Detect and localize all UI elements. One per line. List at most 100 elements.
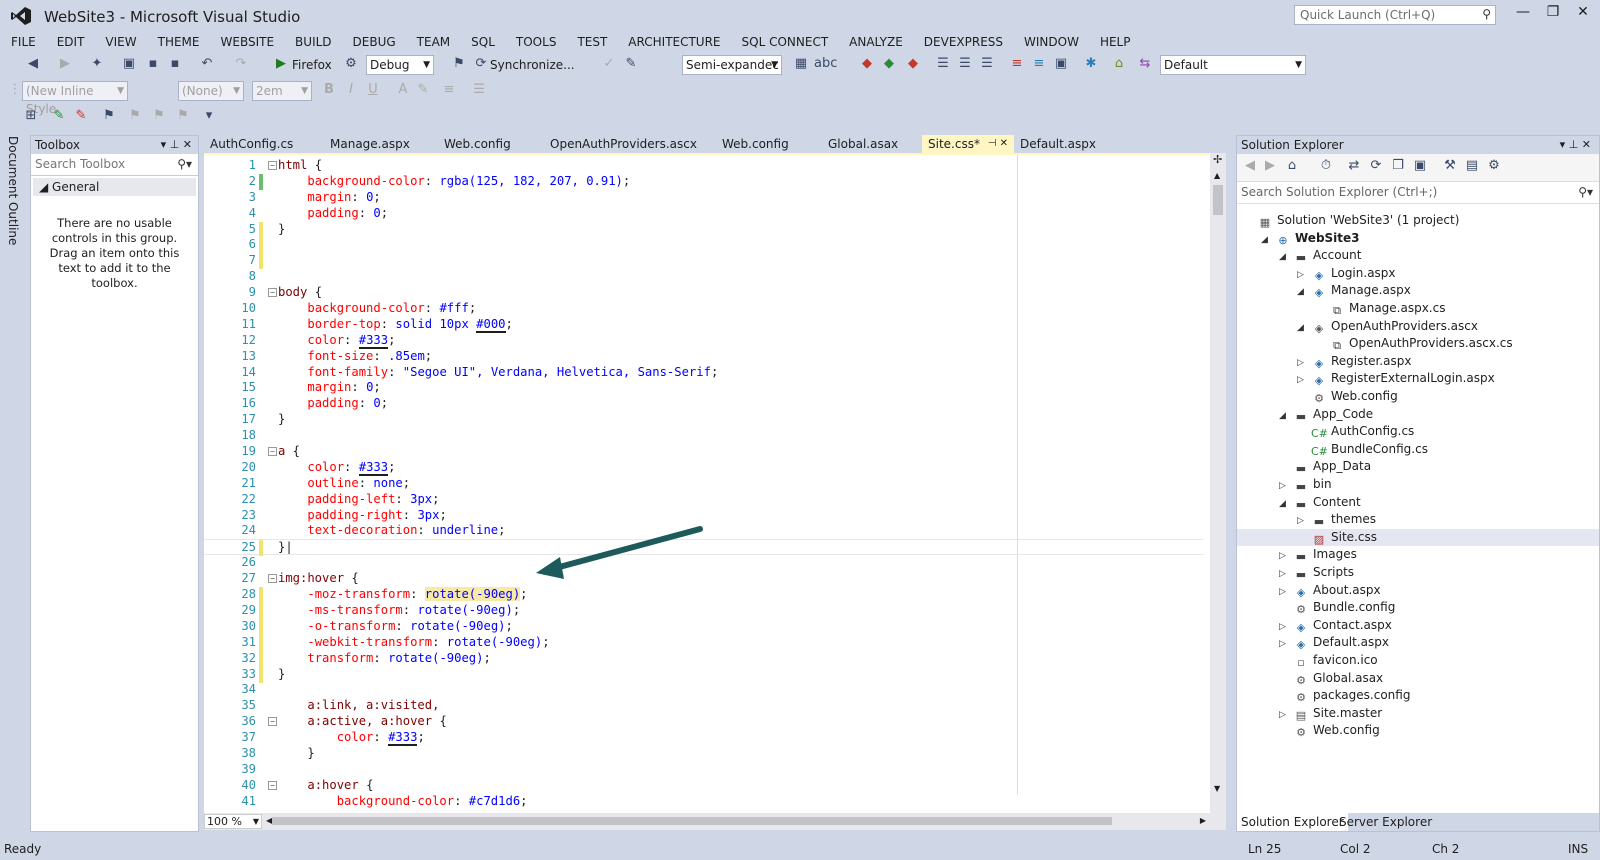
tree-item[interactable]: ⚙ Bundle.config — [1237, 599, 1599, 617]
tab-site-css[interactable]: Site.css* ⊣ ✕ — [922, 135, 1014, 153]
menu-theme[interactable]: THEME — [147, 32, 210, 52]
history-icon[interactable]: ⏱ — [1317, 157, 1335, 175]
split-icon[interactable]: ✢ — [1213, 153, 1222, 166]
menu-help[interactable]: HELP — [1089, 32, 1141, 52]
format-icon[interactable]: ▦ — [792, 55, 810, 73]
solution-search-input[interactable]: Search Solution Explorer (Ctrl+;) ⚲▾ — [1237, 182, 1599, 204]
tree-item[interactable]: ◢ ◈ OpenAuthProviders.ascx — [1237, 318, 1599, 336]
tree-item[interactable]: ▷ ▬ themes — [1237, 511, 1599, 529]
tree-item[interactable]: C# AuthConfig.cs — [1237, 423, 1599, 441]
menu-file[interactable]: FILE — [0, 32, 46, 52]
menu-build[interactable]: BUILD — [284, 32, 341, 52]
tree-item[interactable]: ▷ ▬ bin — [1237, 476, 1599, 494]
menu-tools[interactable]: TOOLS — [505, 32, 567, 52]
tree-item[interactable]: ⧉ OpenAuthProviders.ascx.cs — [1237, 335, 1599, 353]
tree-item[interactable]: ◢ ▬ Content — [1237, 494, 1599, 512]
menu-website[interactable]: WEBSITE — [210, 32, 285, 52]
home-icon[interactable]: ⌂ — [1283, 157, 1301, 175]
tree-item[interactable]: ▷ ◈ Register.aspx — [1237, 353, 1599, 371]
zoom-select[interactable]: 100 % ▼ — [204, 814, 262, 829]
save-icon[interactable]: ▪ — [144, 55, 162, 73]
font-size-select[interactable]: 2em ▼ — [252, 81, 312, 101]
tree-item[interactable]: ⚙ packages.config — [1237, 687, 1599, 705]
restore-button[interactable]: ❐ — [1538, 4, 1568, 26]
menu-view[interactable]: VIEW — [94, 32, 146, 52]
browser-label[interactable]: Firefox — [292, 55, 332, 75]
synchronize-button[interactable]: Synchronize... — [490, 55, 575, 75]
extensions-icon[interactable]: ✱ — [1082, 55, 1100, 73]
attach-icon[interactable]: ⚙ — [342, 55, 360, 73]
preview-icon[interactable]: ▤ — [1463, 157, 1481, 175]
outdent-icon[interactable]: ☰ — [956, 55, 974, 73]
tree-item[interactable]: ▷ ◈ About.aspx — [1237, 582, 1599, 600]
back-icon[interactable]: ◀ — [1241, 157, 1259, 175]
bullets-icon[interactable]: ☰ — [470, 81, 488, 99]
pin-icon[interactable]: ▾ ⊥ ✕ — [161, 136, 192, 154]
menu-team[interactable]: TEAM — [406, 32, 460, 52]
tree-item[interactable]: ◢ ▬ Account — [1237, 247, 1599, 265]
collapse-icon[interactable]: − — [268, 717, 277, 727]
tree-item[interactable]: ◢ ◈ Manage.aspx — [1237, 282, 1599, 300]
spelling-icon[interactable]: abc — [814, 55, 837, 73]
tab-solution-explorer[interactable]: Solution Explorer — [1237, 813, 1348, 831]
align-icon[interactable]: ≡ — [440, 81, 458, 99]
collapse-icon[interactable]: − — [268, 288, 277, 298]
tab-global-asax[interactable]: Global.asax — [822, 135, 904, 153]
collapse-icon[interactable]: − — [268, 780, 277, 790]
back-icon[interactable]: ◀ — [24, 55, 42, 73]
minimize-button[interactable]: — — [1508, 4, 1538, 26]
menu-analyze[interactable]: ANALYZE — [838, 32, 913, 52]
tree-item[interactable]: ⧉ Manage.aspx.cs — [1237, 300, 1599, 318]
collapse-icon[interactable]: − — [268, 574, 277, 584]
italic-icon[interactable]: I — [342, 81, 360, 99]
horizontal-scrollbar[interactable]: 100 % ▼ ◀ ▶ — [204, 813, 1226, 830]
tree-item[interactable]: ▫ favicon.ico — [1237, 652, 1599, 670]
uncomment-lines-icon[interactable]: ≡ — [1030, 55, 1048, 73]
tab-manage-aspx[interactable]: Manage.aspx — [324, 135, 416, 153]
refresh-icon[interactable]: ⟳ — [1367, 157, 1385, 175]
new-project-icon[interactable]: ✦ — [88, 55, 106, 73]
tree-item[interactable]: ⚙ Web.config — [1237, 388, 1599, 406]
vertical-scrollbar[interactable]: ✢ ▲ ▼ — [1210, 153, 1226, 813]
diagram-icon[interactable]: ⚙ — [1485, 157, 1503, 175]
clear-bookmarks-icon[interactable]: ◆ — [904, 55, 922, 73]
tree-item[interactable]: ▦ Solution 'WebSite3' (1 project) — [1237, 212, 1599, 230]
code-editor[interactable]: 1− html { 2 background-color: rgba(125, 1… — [204, 153, 1226, 820]
tree-item[interactable]: ⚙ Web.config — [1237, 722, 1599, 740]
validate-icon[interactable]: ✓ — [600, 55, 618, 73]
pin-icon[interactable]: ⊣ ✕ — [988, 135, 1008, 153]
bookmark-flag-icon[interactable]: ⚑ — [100, 107, 118, 125]
tree-item[interactable]: ◢ ⊕ WebSite3 — [1237, 230, 1599, 248]
tree-item[interactable]: ▷ ▬ Images — [1237, 546, 1599, 564]
menu-architecture[interactable]: ARCHITECTURE — [617, 32, 730, 52]
pin-icon[interactable]: ▾ ⊥ ✕ — [1560, 136, 1591, 154]
indent-icon[interactable]: ☰ — [934, 55, 952, 73]
open-file-icon[interactable]: ▣ — [120, 55, 138, 73]
scroll-down-icon[interactable]: ▼ — [1214, 784, 1220, 793]
toolbar-options-icon[interactable]: ▾ — [200, 107, 218, 125]
menu-debug[interactable]: DEBUG — [342, 32, 406, 52]
tree-item[interactable]: ▷ ◈ Login.aspx — [1237, 265, 1599, 283]
tab-authconfig[interactable]: AuthConfig.cs — [204, 135, 299, 153]
scroll-thumb[interactable] — [272, 817, 1112, 825]
scroll-up-icon[interactable]: ▲ — [1214, 171, 1220, 180]
highlight-icon[interactable]: ✎ — [414, 81, 432, 99]
collapse-icon[interactable]: − — [268, 161, 277, 170]
redo-icon[interactable]: ↷ — [232, 55, 250, 73]
save-all-icon[interactable]: ▪ — [166, 55, 184, 73]
tab-web-config[interactable]: Web.config — [438, 135, 517, 153]
tab-server-explorer[interactable]: Server Explorer — [1335, 813, 1436, 831]
tree-item[interactable]: ▷ ▬ Scripts — [1237, 564, 1599, 582]
tab-web-config-2[interactable]: Web.config — [716, 135, 795, 153]
menu-test[interactable]: TEST — [566, 32, 617, 52]
tree-item[interactable]: ▨ Site.css — [1237, 528, 1599, 547]
tree-item[interactable]: ◢ ▬ App_Code — [1237, 406, 1599, 424]
menu-sql[interactable]: SQL — [460, 32, 505, 52]
close-button[interactable]: ✕ — [1568, 4, 1598, 26]
tree-item[interactable]: ▷ ◈ RegisterExternalLogin.aspx — [1237, 370, 1599, 388]
tree-item[interactable]: ⚙ Global.asax — [1237, 670, 1599, 688]
toolbox-search-input[interactable]: Search Toolbox ⚲▾ — [31, 154, 198, 176]
table-icon[interactable]: ⊞ — [22, 107, 40, 125]
layout-icon[interactable]: ⇆ — [1136, 55, 1154, 73]
document-outline-tab[interactable]: Document Outline — [0, 132, 29, 832]
